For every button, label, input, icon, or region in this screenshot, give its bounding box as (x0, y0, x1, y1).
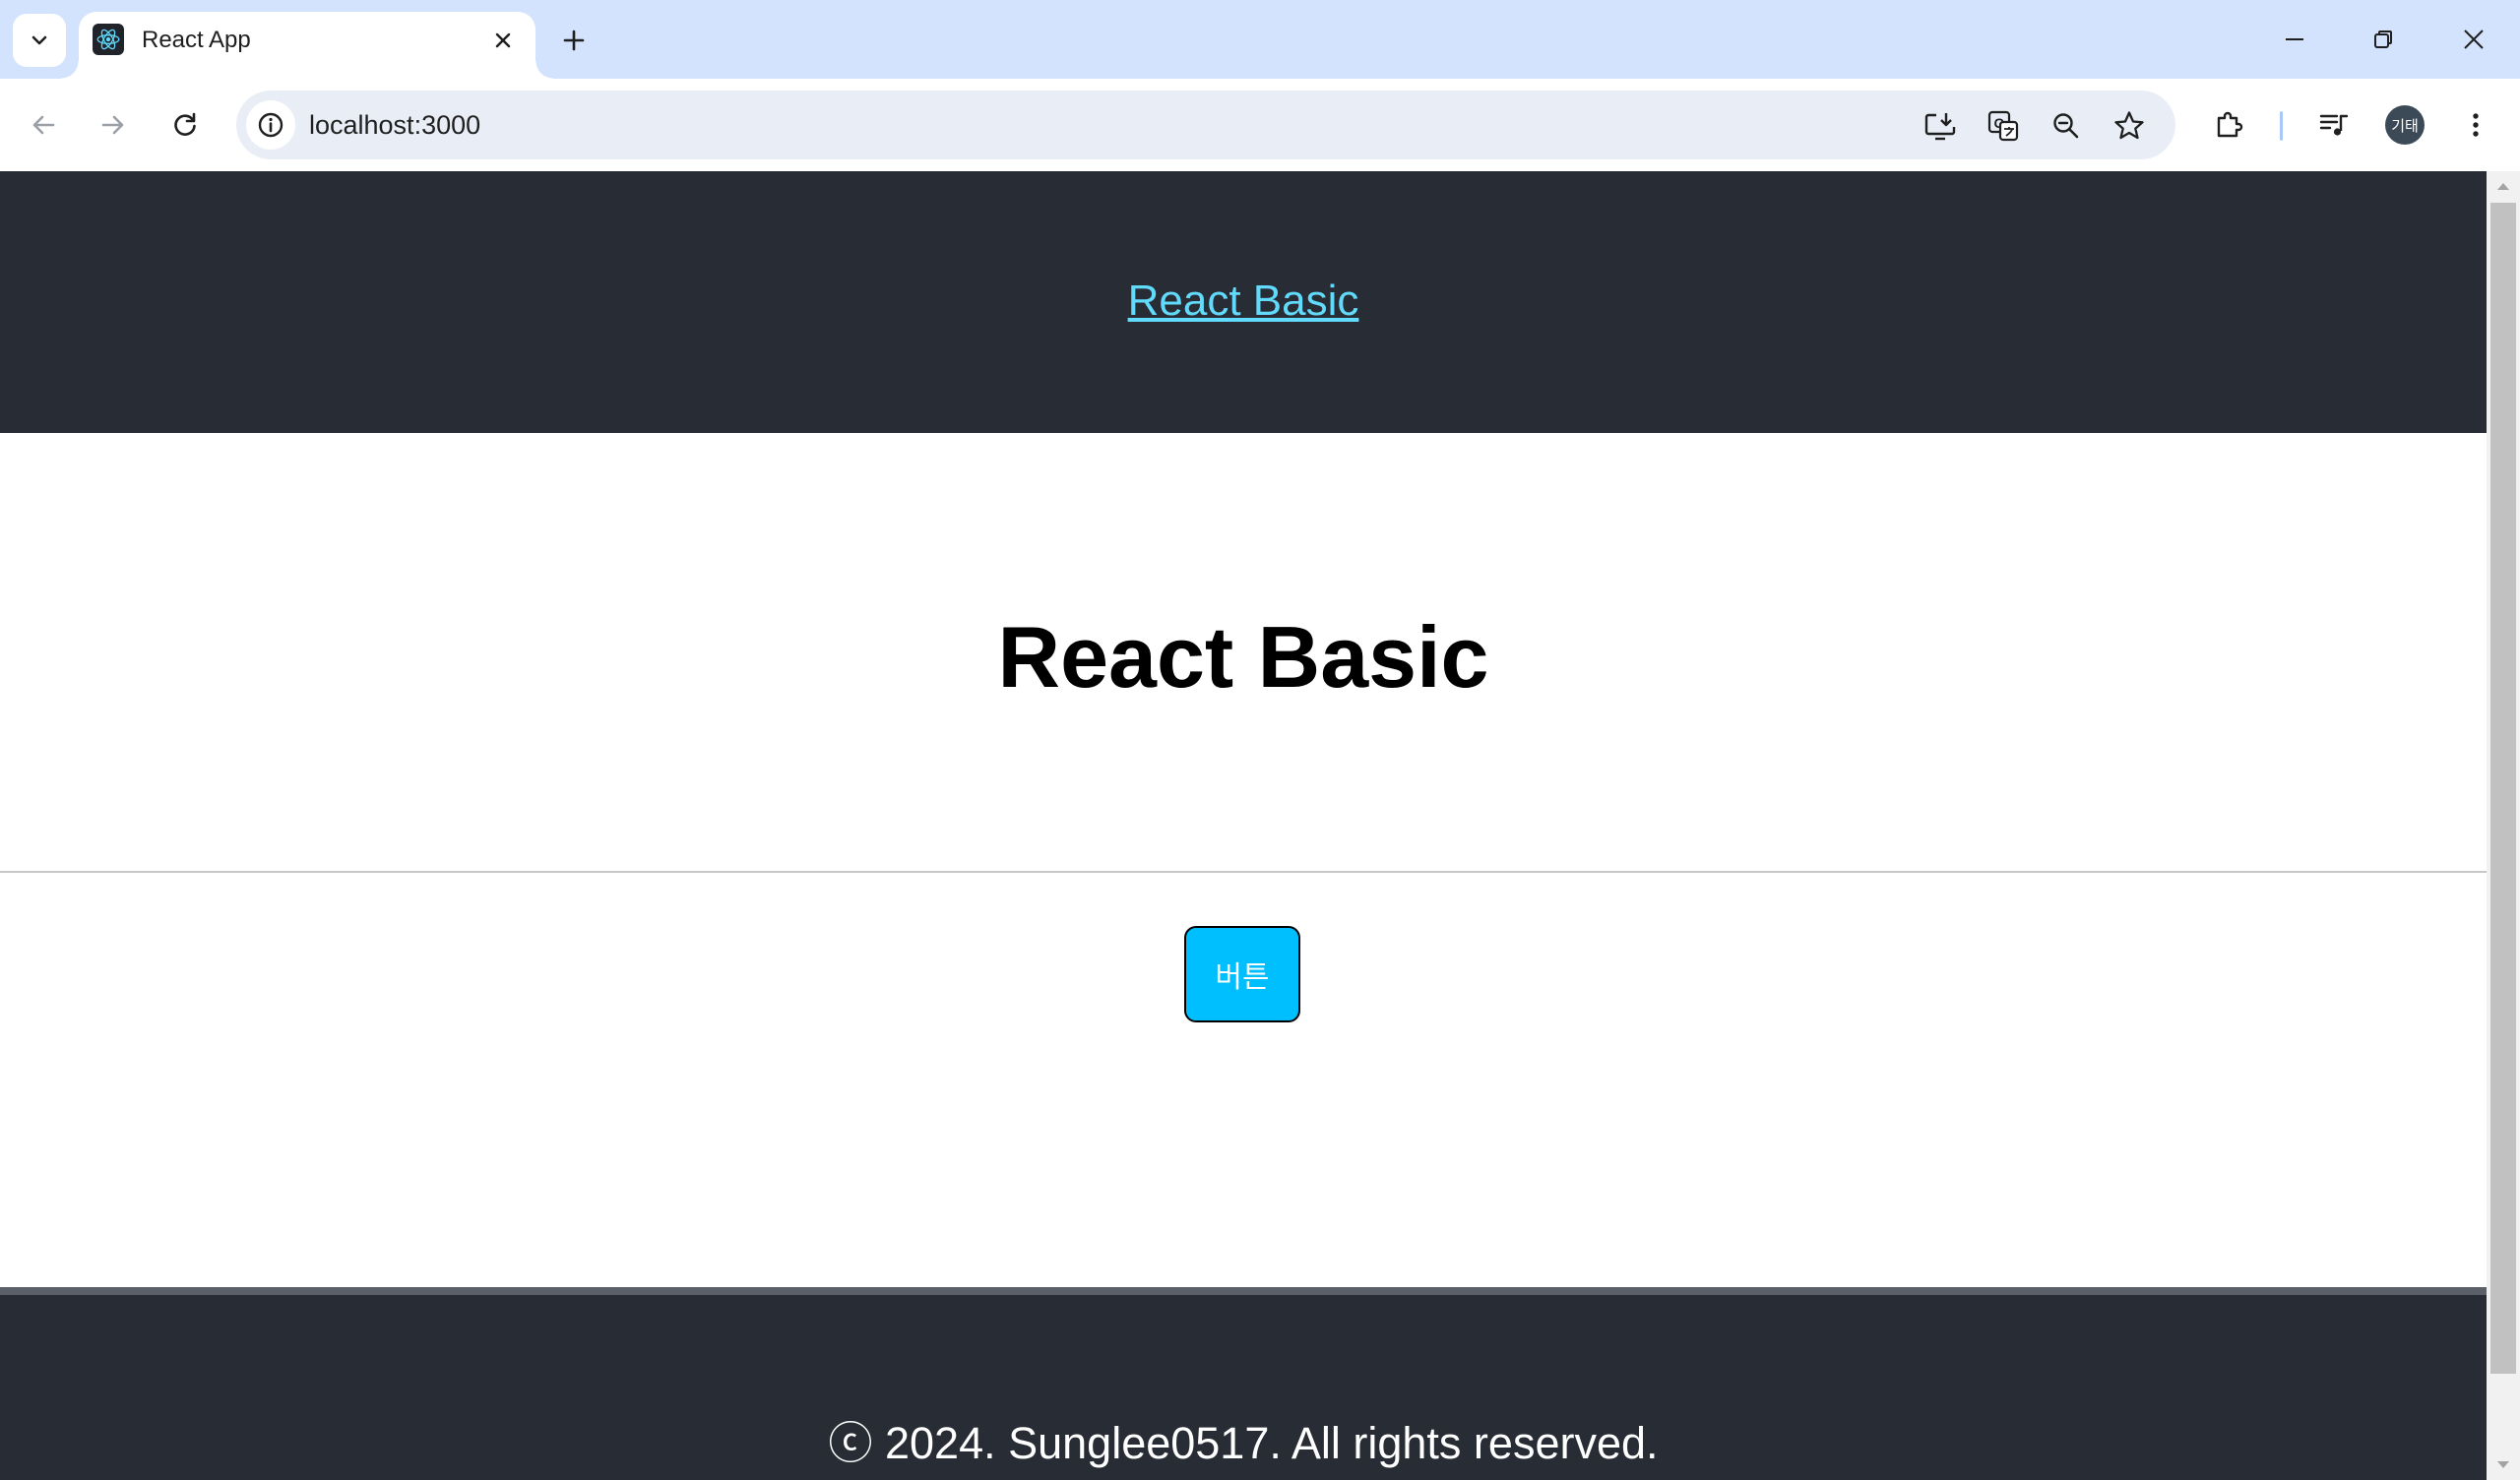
reload-button[interactable] (160, 100, 210, 150)
tab-title: React App (142, 27, 251, 53)
bookmark-button[interactable] (2108, 104, 2151, 148)
profile-avatar[interactable]: 기태 (2385, 105, 2425, 145)
tab-close-button[interactable] (488, 26, 518, 55)
header-home-link[interactable]: React Basic (1128, 277, 1359, 326)
install-app-button[interactable] (1919, 104, 1962, 148)
tab-strip: React App (0, 0, 2520, 79)
scroll-down-button[interactable] (2487, 1450, 2520, 1480)
puzzle-icon (2217, 111, 2243, 138)
page-title: React Basic (997, 608, 1489, 706)
page-viewport: React Basic React Basic 버튼 ⓒ 2024. Sungl… (0, 171, 2487, 1480)
zoom-out-icon (2053, 113, 2079, 139)
triangle-down-icon (2497, 1461, 2509, 1468)
scroll-thumb[interactable] (2490, 203, 2516, 1374)
site-info-button[interactable] (246, 100, 295, 150)
browser-tab[interactable]: React App (61, 12, 553, 79)
tab-search-button[interactable] (13, 14, 66, 67)
minimize-button[interactable] (2260, 10, 2329, 69)
react-logo-icon (93, 24, 124, 55)
plus-icon (563, 30, 585, 51)
media-controls-button[interactable] (2309, 100, 2359, 150)
translate-button[interactable]: G (1982, 104, 2025, 148)
content-divider (0, 871, 2487, 873)
close-icon (2464, 30, 2484, 49)
forward-button[interactable] (89, 100, 138, 150)
restore-icon (2374, 31, 2392, 48)
restore-button[interactable] (2349, 10, 2418, 69)
url-text[interactable]: localhost:3000 (309, 110, 480, 141)
info-icon (258, 112, 284, 138)
back-button[interactable] (19, 100, 68, 150)
translate-icon: G (1987, 110, 2019, 142)
minimize-icon (2286, 38, 2303, 40)
address-bar[interactable]: localhost:3000 G (236, 91, 2175, 159)
chevron-down-icon (32, 35, 47, 45)
more-vert-icon (2473, 113, 2479, 137)
extensions-button[interactable] (2205, 100, 2254, 150)
arrow-right-icon (101, 115, 124, 135)
app-header: React Basic (0, 171, 2487, 433)
star-icon (2114, 111, 2144, 140)
queue-music-icon (2319, 114, 2349, 136)
app-footer: ⓒ 2024. Sunglee0517. All rights reserved… (0, 1287, 2487, 1480)
browser-menu-button[interactable] (2451, 100, 2500, 150)
arrow-left-icon (32, 115, 55, 135)
action-button[interactable]: 버튼 (1184, 926, 1300, 1022)
browser-toolbar: localhost:3000 G 기태 (0, 79, 2520, 171)
new-tab-button[interactable] (551, 18, 597, 63)
toolbar-divider (2280, 111, 2283, 141)
close-icon (495, 32, 511, 48)
footer-copyright: ⓒ 2024. Sunglee0517. All rights reserved… (828, 1418, 1659, 1468)
close-window-button[interactable] (2439, 10, 2508, 69)
reload-icon (174, 112, 196, 136)
install-app-icon (1924, 113, 1956, 141)
zoom-button[interactable] (2045, 104, 2088, 148)
triangle-up-icon (2497, 183, 2509, 190)
scroll-up-button[interactable] (2487, 171, 2520, 201)
page-scrollbar[interactable] (2487, 171, 2520, 1480)
